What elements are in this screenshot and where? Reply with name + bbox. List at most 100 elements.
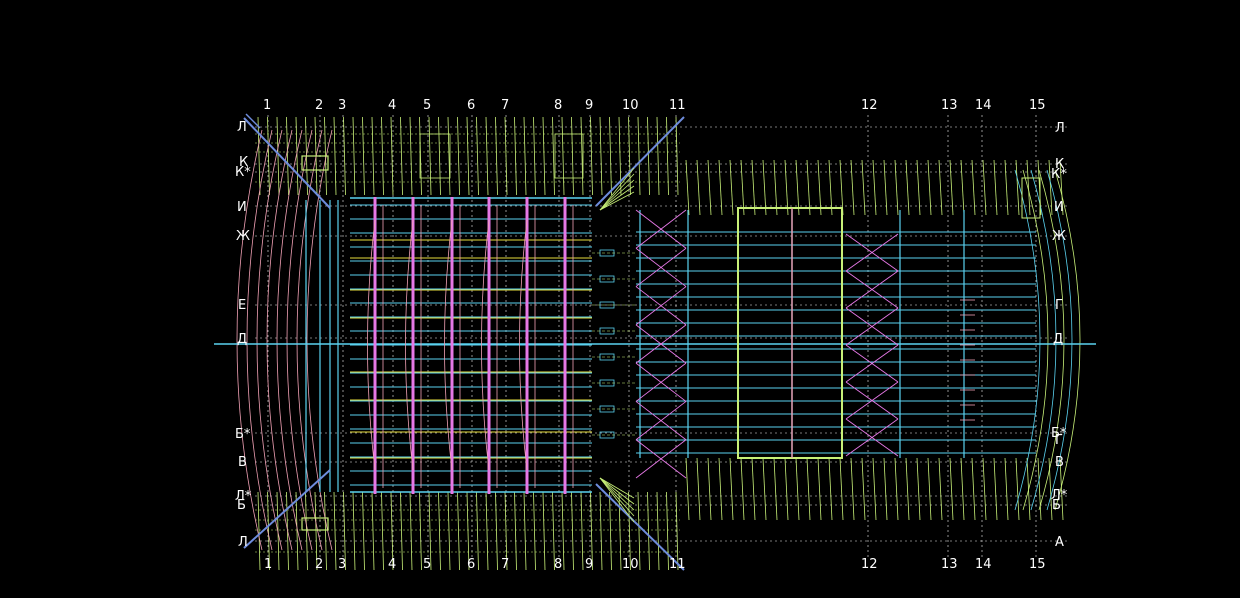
col-label-15-top: 15 — [1029, 98, 1046, 113]
row-label-left-3: К* — [235, 165, 251, 180]
diagonal-brace-layer — [243, 113, 899, 571]
edge-tick-top-right — [850, 159, 855, 216]
edge-tick-bottom — [609, 491, 612, 571]
edge-tick-top — [286, 116, 289, 196]
edge-tick-bottom — [457, 491, 460, 571]
edge-tick-bottom-right — [773, 457, 778, 521]
col-label-15-bottom: 15 — [1029, 557, 1046, 572]
end-zone-curve — [256, 129, 283, 551]
core-block-outline — [737, 207, 843, 459]
edge-tick-top — [343, 116, 346, 196]
edge-tick-bottom-right — [1015, 457, 1020, 521]
edge-tick-top-right — [707, 159, 712, 216]
edge-tick-top-right — [894, 159, 899, 216]
edge-tick-top — [666, 116, 669, 196]
edge-tick-top-right — [806, 159, 811, 216]
edge-tick-top-right — [982, 159, 987, 216]
edge-tick-top-right — [839, 159, 844, 216]
edge-tick-top — [466, 116, 470, 196]
edge-tick-top — [609, 116, 612, 196]
col-label-3-top: 3 — [338, 98, 346, 113]
edge-tick-top — [438, 116, 441, 196]
structural-plan-drawing: 1 2 3 4 5 6 7 8 9 10 11 12 13 14 15 1 2 … — [214, 98, 1096, 572]
edge-tick-top — [381, 116, 384, 196]
edge-tick-top-right — [718, 159, 723, 216]
col-label-14-bottom: 14 — [975, 557, 992, 572]
edge-tick-bottom-right — [894, 457, 899, 521]
col-label-5-bottom: 5 — [423, 557, 431, 572]
row-label-right-9: Г — [1055, 433, 1063, 448]
col-label-13-top: 13 — [941, 98, 958, 113]
edge-tick-top-right — [685, 159, 690, 216]
edge-tick-top — [552, 116, 555, 196]
edge-tick-bottom — [533, 491, 536, 571]
edge-tick-top-right — [1004, 159, 1009, 216]
col-label-8-top: 8 — [554, 98, 562, 113]
edge-tick-bottom-right — [817, 457, 822, 521]
edge-tick-bottom — [599, 491, 603, 571]
edge-tick-bottom-right — [850, 457, 855, 521]
col-label-2-bottom: 2 — [315, 557, 323, 572]
edge-tick-bottom — [571, 491, 574, 571]
row-label-right-5: Ж — [1052, 229, 1066, 244]
edge-tick-top-right — [795, 159, 800, 216]
edge-tick-top-right — [949, 159, 954, 216]
edge-tick-top — [590, 116, 593, 196]
edge-tick-bottom-right — [685, 457, 690, 521]
edge-tick-bottom-right — [971, 457, 976, 521]
detail-box — [419, 133, 451, 179]
edge-tick-bottom-right — [784, 457, 789, 521]
edge-tick-bottom — [305, 491, 308, 571]
edge-tick-bottom-right — [1004, 457, 1009, 521]
edge-tick-top — [514, 116, 517, 196]
edge-tick-top — [362, 116, 365, 196]
col-label-9-bottom: 9 — [585, 557, 593, 572]
edge-tick-top — [352, 116, 356, 196]
edge-tick-top — [523, 116, 527, 196]
col-label-5-top: 5 — [423, 98, 431, 113]
column-axis-labels-bottom: 1 2 3 4 5 6 7 8 9 10 11 12 13 14 15 — [264, 557, 1046, 572]
edge-tick-top — [571, 116, 574, 196]
edge-tick-bottom — [324, 491, 327, 571]
edge-tick-top-right — [872, 159, 877, 216]
edge-tick-top-right — [751, 159, 756, 216]
edge-tick-bottom-right — [1037, 457, 1042, 521]
row-label-right-6: Г — [1055, 298, 1063, 313]
col-label-10-top: 10 — [622, 98, 639, 113]
row-label-right-10: В — [1055, 455, 1064, 470]
col-label-6-top: 6 — [467, 98, 475, 113]
edge-tick-bottom — [523, 491, 527, 571]
edge-tick-bottom-right — [927, 457, 932, 521]
edge-tick-bottom — [656, 491, 660, 571]
col-label-9-top: 9 — [585, 98, 593, 113]
row-label-left-12: Л — [238, 535, 248, 550]
edge-tick-top-right — [696, 159, 701, 216]
edge-tick-bottom-right — [960, 457, 965, 521]
edge-tick-top-right — [817, 159, 822, 216]
col-label-10-bottom: 10 — [622, 557, 639, 572]
edge-tick-bottom-right — [696, 457, 701, 521]
edge-tick-bottom — [438, 491, 441, 571]
edge-tick-top-right — [1026, 159, 1031, 216]
edge-tick-top — [637, 116, 641, 196]
edge-tick-top — [371, 116, 375, 196]
col-label-12-top: 12 — [861, 98, 878, 113]
edge-tick-top-right — [740, 159, 745, 216]
edge-tick-top — [476, 116, 479, 196]
edge-tick-top-right — [784, 159, 789, 216]
edge-tick-bottom — [495, 491, 498, 571]
row-label-left-6: Е — [238, 298, 246, 313]
row-label-left-9: В — [238, 455, 247, 470]
row-label-right-13: А — [1055, 535, 1064, 550]
edge-tick-bottom — [419, 491, 422, 571]
row-label-right-1: Л — [1055, 121, 1065, 136]
edge-tick-top-right — [905, 159, 910, 216]
edge-tick-top-right — [960, 159, 965, 216]
edge-tick-bottom-right — [861, 457, 866, 521]
col-label-12-bottom: 12 — [861, 557, 878, 572]
fan-line — [599, 167, 635, 211]
column-axis-labels-top: 1 2 3 4 5 6 7 8 9 10 11 12 13 14 15 — [263, 98, 1046, 113]
edge-tick-top — [428, 116, 432, 196]
col-label-11-top: 11 — [669, 98, 686, 113]
edge-tick-bottom-right — [795, 457, 800, 521]
